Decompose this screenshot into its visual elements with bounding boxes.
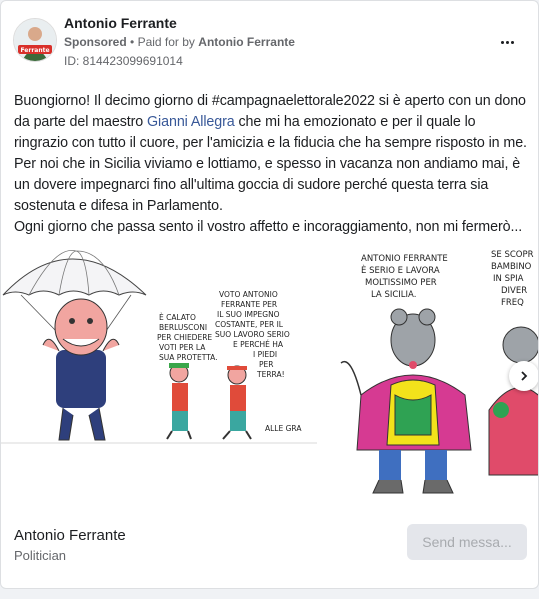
bubble-2-line: E PERCHÉ HA bbox=[233, 340, 284, 349]
caption-2-line: IN SPIA bbox=[493, 274, 524, 284]
bubble-1-line: PER CHIEDERE bbox=[157, 333, 212, 342]
bubble-2-line: IL SUO IMPEGNO bbox=[217, 310, 280, 319]
mention-link[interactable]: Gianni Allegra bbox=[147, 114, 235, 130]
sponsored-line: Sponsored • Paid for by Antonio Ferrante bbox=[64, 35, 295, 49]
more-dot-icon bbox=[505, 40, 509, 44]
more-options-button[interactable] bbox=[494, 29, 520, 55]
bubble-2-line: SUO LAVORO SERIO bbox=[215, 330, 290, 339]
caption-1-line: LA SICILIA. bbox=[371, 290, 416, 300]
caption-1-line: È SERIO E LAVORA bbox=[361, 264, 440, 276]
paid-for-prefix: Paid for by bbox=[137, 35, 195, 49]
post-text: Buongiorno! Il decimo giorno di #campagn… bbox=[14, 91, 529, 238]
caption-2-line: DIVER bbox=[501, 286, 527, 296]
separator: • bbox=[130, 35, 135, 49]
author-name[interactable]: Antonio Ferrante bbox=[64, 15, 177, 31]
bubble-2-line: VOTO ANTONIO bbox=[219, 290, 278, 299]
cartoon-image-2[interactable]: ANTONIO FERRANTE È SERIO E LAVORA MOLTIS… bbox=[321, 235, 538, 505]
caption-1-line: MOLTISSIMO PER bbox=[365, 278, 437, 288]
chevron-right-icon bbox=[521, 371, 528, 381]
more-dot-icon bbox=[500, 40, 504, 44]
paid-for-name: Antonio Ferrante bbox=[198, 35, 295, 49]
bubble-2-line: TERRA! bbox=[256, 370, 285, 379]
caption-2-line: BAMBINO bbox=[491, 262, 532, 272]
bubble-1-line: VOTI PER LA bbox=[159, 343, 206, 352]
bubble-2-line: PER bbox=[259, 360, 273, 369]
ad-id: ID: 814423099691014 bbox=[64, 54, 183, 68]
post-paragraph-1: Buongiorno! Il decimo giorno di #campagn… bbox=[14, 91, 529, 217]
bubble-1-line: SUA PROTETTA. bbox=[159, 353, 218, 362]
bubble-2-line: FERRANTE PER bbox=[221, 300, 277, 309]
more-dot-icon bbox=[510, 40, 514, 44]
bubble-1-line: BERLUSCONI bbox=[159, 323, 207, 332]
bubble-2-line: I PIEDI bbox=[253, 350, 277, 359]
avatar-badge-text: Ferrante bbox=[20, 47, 49, 54]
cartoon-image-1[interactable]: È CALATO BERLUSCONI PER CHIEDERE VOTI PE… bbox=[1, 235, 317, 505]
image-carousel[interactable]: È CALATO BERLUSCONI PER CHIEDERE VOTI PE… bbox=[1, 235, 538, 505]
footer-page-category: Politician bbox=[14, 548, 67, 563]
carousel-next-button[interactable] bbox=[509, 361, 538, 391]
send-message-button[interactable]: Send messa... bbox=[407, 524, 527, 560]
avatar-photo: Ferrante bbox=[14, 19, 56, 61]
page-avatar[interactable]: Ferrante bbox=[13, 18, 57, 62]
sponsored-label: Sponsored bbox=[64, 35, 127, 49]
footer-page-name[interactable]: Antonio Ferrante bbox=[14, 527, 126, 544]
bubble-2-line: COSTANTE, PER IL bbox=[215, 320, 284, 329]
caption-2-line: SE SCOPR bbox=[491, 250, 534, 260]
signature-text: ALLE GRA bbox=[265, 424, 302, 433]
caption-1-line: ANTONIO FERRANTE bbox=[361, 254, 448, 264]
caption-2-line: FREQ bbox=[501, 298, 524, 308]
ad-card: Ferrante Antonio Ferrante Sponsored • Pa… bbox=[0, 0, 539, 589]
bubble-1-line: È CALATO bbox=[159, 313, 196, 322]
